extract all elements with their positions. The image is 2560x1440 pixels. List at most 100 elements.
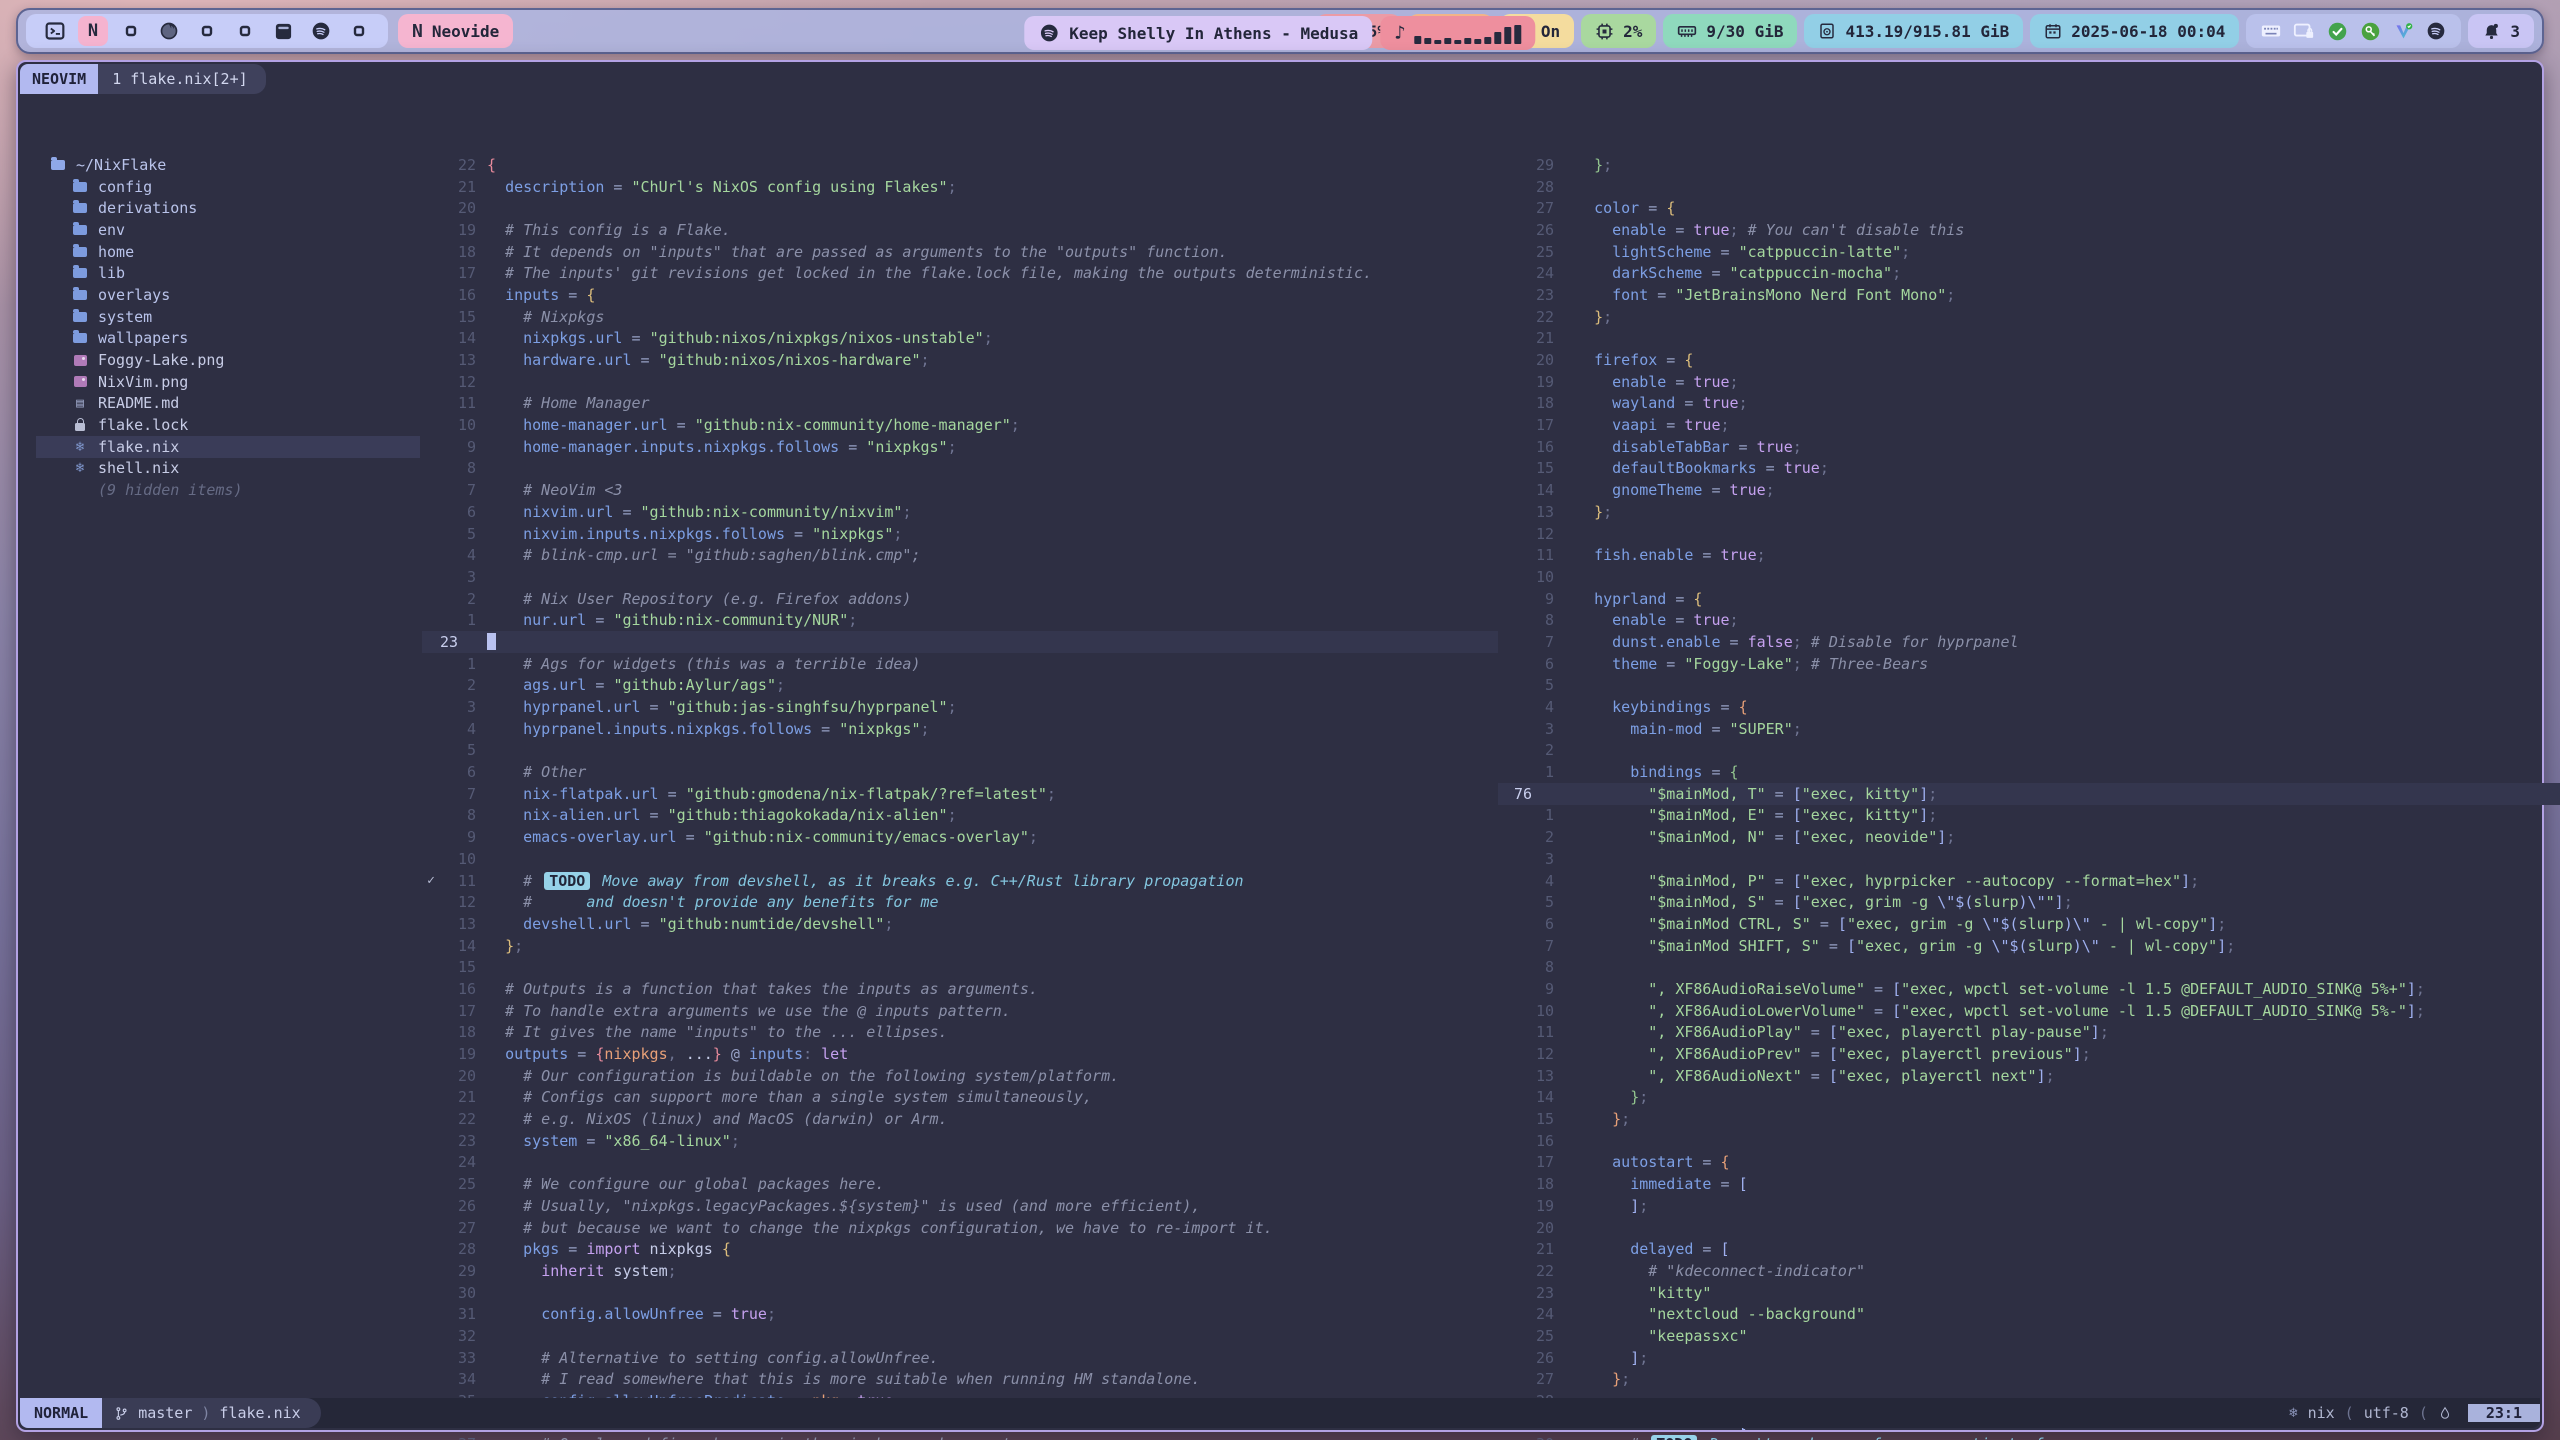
code-line[interactable]: 24 "nextcloud --background": [1498, 1303, 2560, 1325]
code-line[interactable]: 25 # We configure our global packages he…: [422, 1173, 1498, 1195]
tree-item[interactable]: Foggy-Lake.png: [36, 349, 420, 371]
tree-item[interactable]: wallpapers: [36, 328, 420, 350]
code-line[interactable]: 2 # Nix User Repository (e.g. Firefox ad…: [422, 588, 1498, 610]
code-line[interactable]: 5: [1498, 675, 2560, 697]
code-line[interactable]: 28: [1498, 176, 2560, 198]
tree-item[interactable]: home: [36, 241, 420, 263]
code-line[interactable]: 8: [1498, 956, 2560, 978]
code-line[interactable]: 21 description = "ChUrl's NixOS config u…: [422, 176, 1498, 198]
code-line[interactable]: 18 wayland = true;: [1498, 393, 2560, 415]
code-line[interactable]: 9 ", XF86AudioRaiseVolume" = ["exec, wpc…: [1498, 978, 2560, 1000]
code-line[interactable]: 17 # The inputs' git revisions get locke…: [422, 262, 1498, 284]
code-line[interactable]: 4 # blink-cmp.url = "github:saghen/blink…: [422, 544, 1498, 566]
code-line[interactable]: 6 nixvim.url = "github:nix-community/nix…: [422, 501, 1498, 523]
code-line[interactable]: 14 };: [1498, 1087, 2560, 1109]
code-line[interactable]: 26 # Usually, "nixpkgs.legacyPackages.${…: [422, 1195, 1498, 1217]
code-line[interactable]: 1 bindings = {: [1498, 761, 2560, 783]
workspace-empty[interactable]: [340, 14, 378, 48]
code-line[interactable]: 25 lightScheme = "catppuccin-latte";: [1498, 241, 2560, 263]
code-line[interactable]: 19 enable = true;: [1498, 371, 2560, 393]
code-line[interactable]: 22 # e.g. NixOS (linux) and MacOS (darwi…: [422, 1108, 1498, 1130]
code-line[interactable]: 2: [1498, 740, 2560, 762]
code-line[interactable]: 27 color = {: [1498, 197, 2560, 219]
code-line[interactable]: 11 ", XF86AudioPlay" = ["exec, playerctl…: [1498, 1022, 2560, 1044]
code-line[interactable]: 30: [422, 1282, 1498, 1304]
code-line[interactable]: 27 };: [1498, 1369, 2560, 1391]
memory-module[interactable]: 9/30 GiB: [1663, 14, 1797, 48]
code-line[interactable]: 14 };: [422, 935, 1498, 957]
workspace-empty[interactable]: [112, 14, 150, 48]
code-line[interactable]: 1 # Ags for widgets (this was a terrible…: [422, 653, 1498, 675]
code-line[interactable]: 76 "$mainMod, T" = ["exec, kitty"];: [1498, 783, 2560, 805]
code-line[interactable]: 34 # I read somewhere that this is more …: [422, 1369, 1498, 1391]
code-line[interactable]: 14 nixpkgs.url = "github:nixos/nixpkgs/n…: [422, 328, 1498, 350]
code-line[interactable]: 11 # Home Manager: [422, 393, 1498, 415]
code-line[interactable]: 2 ags.url = "github:Aylur/ags";: [422, 675, 1498, 697]
code-line[interactable]: 9 home-manager.inputs.nixpkgs.follows = …: [422, 436, 1498, 458]
cpu-module[interactable]: 2%: [1581, 14, 1656, 48]
code-line[interactable]: 25 "keepassxc": [1498, 1325, 2560, 1347]
code-line[interactable]: 13 };: [1498, 501, 2560, 523]
code-line[interactable]: 6 "$mainMod CTRL, S" = ["exec, grim -g \…: [1498, 913, 2560, 935]
code-line[interactable]: 14 gnomeTheme = true;: [1498, 479, 2560, 501]
code-line[interactable]: 5: [422, 740, 1498, 762]
code-line[interactable]: 16: [1498, 1130, 2560, 1152]
code-line[interactable]: 9 emacs-overlay.url = "github:nix-commun…: [422, 826, 1498, 848]
code-line[interactable]: 3 main-mod = "SUPER";: [1498, 718, 2560, 740]
tab-flake-nix[interactable]: 1 flake.nix[2+]: [98, 64, 265, 94]
code-line[interactable]: 24 darkScheme = "catppuccin-mocha";: [1498, 262, 2560, 284]
workspace-files[interactable]: [264, 14, 302, 48]
code-line[interactable]: 29 inherit system;: [422, 1260, 1498, 1282]
code-line[interactable]: 12: [422, 371, 1498, 393]
code-line[interactable]: 16 disableTabBar = true;: [1498, 436, 2560, 458]
code-line[interactable]: 8: [422, 458, 1498, 480]
code-line[interactable]: 10: [422, 848, 1498, 870]
code-line[interactable]: 24: [422, 1152, 1498, 1174]
code-line[interactable]: 7 "$mainMod SHIFT, S" = ["exec, grim -g …: [1498, 935, 2560, 957]
code-line[interactable]: 23: [422, 631, 1498, 653]
spotify-tray-icon[interactable]: [2425, 20, 2447, 42]
code-line[interactable]: 3 hyprpanel.url = "github:jas-singhfsu/h…: [422, 696, 1498, 718]
code-line[interactable]: 23 "kitty": [1498, 1282, 2560, 1304]
code-line[interactable]: 13 devshell.url = "github:numtide/devshe…: [422, 913, 1498, 935]
tree-item[interactable]: ❄flake.nix: [36, 436, 420, 458]
code-line[interactable]: 20 firefox = {: [1498, 349, 2560, 371]
code-line[interactable]: ✓30 # TODO Doesn't work, use focus_on_ac…: [1498, 1434, 2560, 1440]
code-line[interactable]: 4 "$mainMod, P" = ["exec, hyprpicker --a…: [1498, 870, 2560, 892]
code-line[interactable]: 28 pkgs = import nixpkgs {: [422, 1238, 1498, 1260]
code-line[interactable]: 22{: [422, 154, 1498, 176]
code-line[interactable]: 6 theme = "Foggy-Lake"; # Three-Bears: [1498, 653, 2560, 675]
code-line[interactable]: 29 };: [1498, 154, 2560, 176]
code-line[interactable]: 3: [1498, 848, 2560, 870]
code-line[interactable]: 18 # It gives the name "inputs" to the .…: [422, 1022, 1498, 1044]
code-line[interactable]: 37 # Overlays define changes in the nixp…: [422, 1434, 1498, 1440]
code-line[interactable]: 10: [1498, 566, 2560, 588]
code-line[interactable]: 7 # NeoVim <3: [422, 479, 1498, 501]
code-line[interactable]: 4 hyprpanel.inputs.nixpkgs.follows = "ni…: [422, 718, 1498, 740]
workspace-spotify[interactable]: [302, 14, 340, 48]
code-line[interactable]: 12 ", XF86AudioPrev" = ["exec, playerctl…: [1498, 1043, 2560, 1065]
code-line[interactable]: 23 system = "x86_64-linux";: [422, 1130, 1498, 1152]
code-line[interactable]: 20 # Our configuration is buildable on t…: [422, 1065, 1498, 1087]
code-line[interactable]: 19 # This config is a Flake.: [422, 219, 1498, 241]
code-line[interactable]: 8 enable = true;: [1498, 609, 2560, 631]
code-line[interactable]: 10 home-manager.url = "github:nix-commun…: [422, 414, 1498, 436]
tree-item[interactable]: config: [36, 176, 420, 198]
tree-item[interactable]: env: [36, 219, 420, 241]
tree-item[interactable]: flake.lock: [36, 414, 420, 436]
code-line[interactable]: 26 enable = true; # You can't disable th…: [1498, 219, 2560, 241]
workspace-empty[interactable]: [226, 14, 264, 48]
code-line[interactable]: 20: [1498, 1217, 2560, 1239]
code-line[interactable]: 13 hardware.url = "github:nixos/nixos-ha…: [422, 349, 1498, 371]
code-line[interactable]: ✓11 # TODO Move away from devshell, as i…: [422, 870, 1498, 892]
code-line[interactable]: 19 outputs = {nixpkgs, ...} @ inputs: le…: [422, 1043, 1498, 1065]
code-line[interactable]: 5 nixvim.inputs.nixpkgs.follows = "nixpk…: [422, 523, 1498, 545]
code-line[interactable]: 11 fish.enable = true;: [1498, 544, 2560, 566]
code-line[interactable]: 19 ];: [1498, 1195, 2560, 1217]
code-line[interactable]: 16 inputs = {: [422, 284, 1498, 306]
key-tray-icon[interactable]: [2359, 20, 2381, 42]
code-line[interactable]: 7 nix-flatpak.url = "github:gmodena/nix-…: [422, 783, 1498, 805]
code-line[interactable]: 21 delayed = [: [1498, 1238, 2560, 1260]
code-line[interactable]: 22 };: [1498, 306, 2560, 328]
workspace-terminal[interactable]: [36, 14, 74, 48]
